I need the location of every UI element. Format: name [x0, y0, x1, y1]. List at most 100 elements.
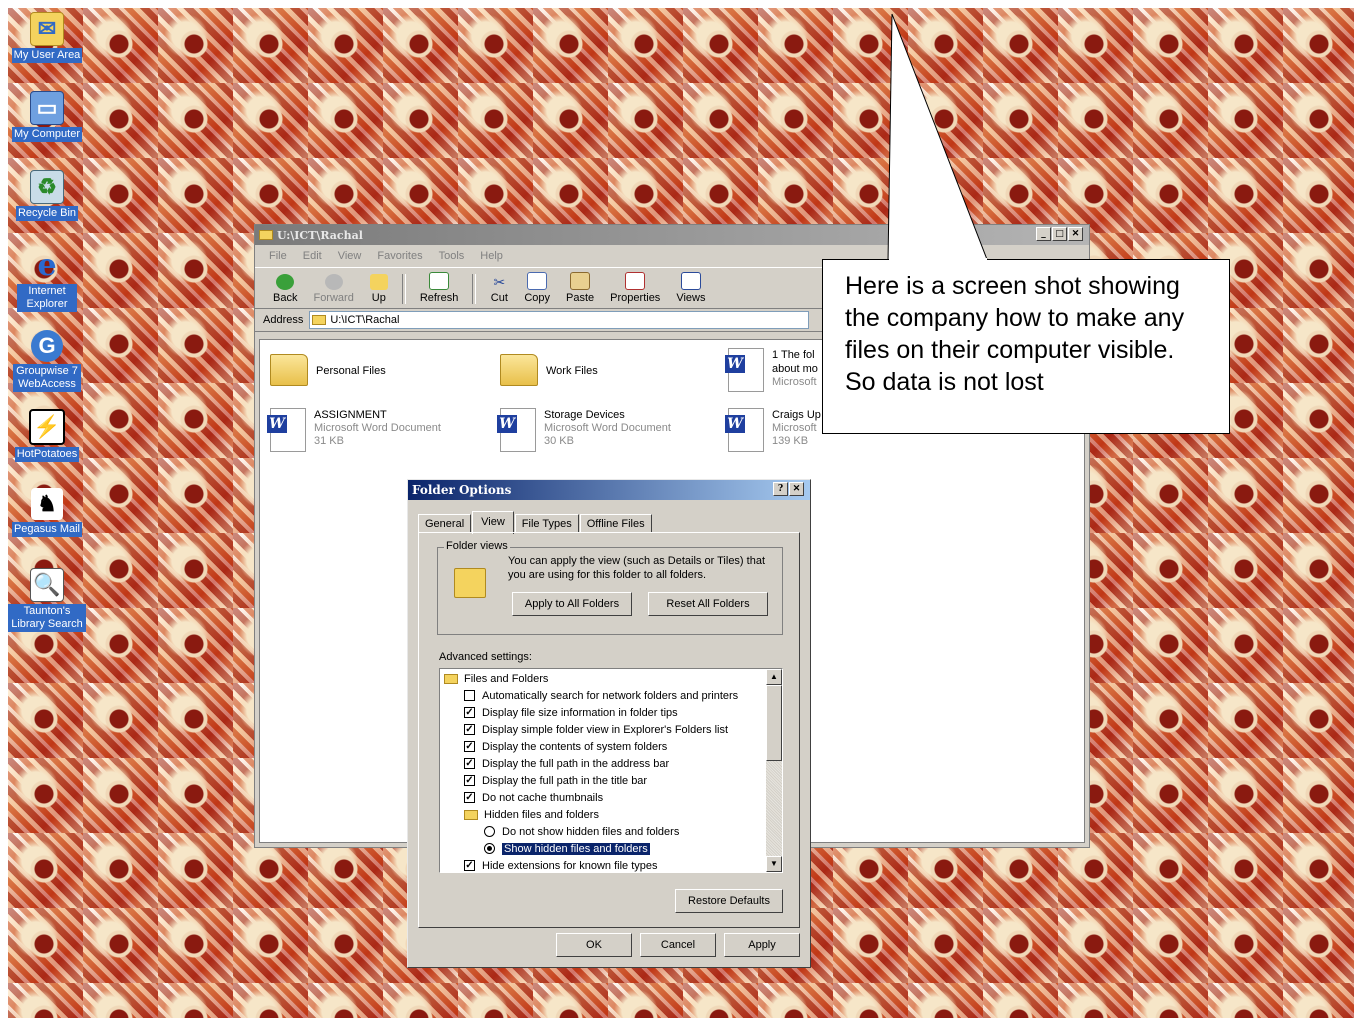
- file-item-personal-files[interactable]: Personal Files: [270, 352, 386, 386]
- paste-button[interactable]: Paste: [558, 272, 602, 308]
- setting-checkbox[interactable]: ✓: [464, 707, 475, 718]
- apply-to-all-folders-button[interactable]: Apply to All Folders: [512, 592, 632, 616]
- advanced-settings-list[interactable]: Files and Folders Automatically search fo…: [439, 668, 783, 873]
- forward-arrow-icon: [324, 274, 343, 290]
- folder-views-description: You can apply the view (such as Details …: [508, 555, 766, 581]
- setting-row[interactable]: ✓ Hide extensions for known file types: [444, 857, 764, 872]
- desktop-icon-label: Groupwise 7 WebAccess: [13, 364, 81, 392]
- folder-icon: [444, 673, 458, 684]
- setting-checkbox[interactable]: [464, 690, 475, 701]
- settings-scrollbar[interactable]: ▲ ▼: [766, 669, 782, 872]
- setting-row[interactable]: ✓ Display simple folder view in Explorer'…: [444, 721, 764, 738]
- ok-button[interactable]: OK: [556, 933, 632, 957]
- setting-row[interactable]: Hidden files and folders: [444, 806, 764, 823]
- setting-label: Hidden files and folders: [484, 808, 599, 821]
- close-button[interactable]: ✕: [1068, 227, 1083, 241]
- scissors-icon: ✂: [493, 274, 506, 290]
- address-field[interactable]: U:\ICT\Rachal: [309, 311, 810, 329]
- setting-checkbox[interactable]: ✓: [464, 724, 475, 735]
- tab-offline-files[interactable]: Offline Files: [579, 514, 652, 533]
- restore-defaults-button[interactable]: Restore Defaults: [675, 889, 783, 913]
- cut-button[interactable]: ✂ Cut: [482, 274, 516, 308]
- pegasus-icon: ♞: [31, 488, 63, 520]
- back-arrow-icon: [276, 274, 295, 290]
- help-button[interactable]: ?: [773, 482, 788, 496]
- file-item-work-files[interactable]: Work Files: [500, 352, 598, 386]
- explorer-titlebar[interactable]: U:\ICT\Rachal _ □ ✕: [255, 225, 1089, 245]
- word-document-icon: W: [267, 408, 306, 452]
- setting-checkbox[interactable]: ✓: [464, 758, 475, 769]
- annotation-callout: Here is a screen shot showing the compan…: [822, 259, 1230, 434]
- desktop-icon-library-search[interactable]: 🔍 Taunton's Library Search: [8, 568, 86, 632]
- desktop-icon-label: My User Area: [11, 48, 83, 63]
- hotpotatoes-icon: ⚡: [29, 409, 65, 445]
- menu-file[interactable]: File: [261, 250, 295, 262]
- scroll-down-button[interactable]: ▼: [766, 856, 782, 872]
- back-button[interactable]: Back: [265, 274, 305, 308]
- tab-view[interactable]: View: [472, 511, 514, 534]
- setting-checkbox[interactable]: ✓: [464, 775, 475, 786]
- minimize-button[interactable]: _: [1036, 227, 1051, 241]
- desktop-icon-groupwise[interactable]: G Groupwise 7 WebAccess: [8, 330, 86, 392]
- apply-button[interactable]: Apply: [724, 933, 800, 957]
- desktop-icon-my-user-area[interactable]: ✉ My User Area: [8, 12, 86, 63]
- scroll-up-button[interactable]: ▲: [766, 669, 782, 685]
- properties-button[interactable]: Properties: [602, 272, 668, 308]
- clipboard-icon: [570, 272, 591, 290]
- setting-row[interactable]: ✓ Display the contents of system folders: [444, 738, 764, 755]
- recycle-bin-icon: ♻: [30, 170, 64, 204]
- dialog-close-button[interactable]: ✕: [789, 482, 804, 496]
- copy-button[interactable]: Copy: [516, 272, 558, 308]
- forward-label: Forward: [313, 292, 354, 304]
- setting-checkbox[interactable]: ✓: [464, 860, 475, 871]
- setting-row[interactable]: Do not show hidden files and folders: [444, 823, 764, 840]
- desktop-icon-recycle-bin[interactable]: ♻ Recycle Bin: [8, 170, 86, 221]
- file-item-storage-devices[interactable]: W Storage Devices Microsoft Word Documen…: [497, 408, 671, 452]
- menu-favorites[interactable]: Favorites: [369, 250, 430, 262]
- setting-label: Automatically search for network folders…: [482, 689, 739, 702]
- setting-radio[interactable]: [484, 826, 495, 837]
- setting-row[interactable]: ✓ Display the full path in the address ba…: [444, 755, 764, 772]
- refresh-button[interactable]: Refresh: [412, 272, 467, 308]
- setting-row[interactable]: Automatically search for network folders…: [444, 687, 764, 704]
- dialog-titlebar[interactable]: Folder Options ? ✕: [408, 480, 810, 500]
- up-label: Up: [371, 292, 386, 304]
- forward-button[interactable]: Forward: [305, 274, 361, 308]
- menu-tools[interactable]: Tools: [431, 250, 473, 262]
- setting-row[interactable]: ✓ Display the full path in the title bar: [444, 772, 764, 789]
- tab-general[interactable]: General: [418, 514, 472, 533]
- tab-file-types[interactable]: File Types: [514, 514, 579, 533]
- setting-row[interactable]: ✓ Display file size information in folder…: [444, 704, 764, 721]
- scroll-thumb[interactable]: [766, 685, 782, 761]
- file-item-craigs[interactable]: W Craigs Up Microsoft 139 KB: [725, 408, 821, 452]
- desktop-icon-my-computer[interactable]: ▭ My Computer: [8, 91, 86, 142]
- setting-label: Display simple folder view in Explorer's…: [482, 723, 729, 736]
- setting-label: Do not show hidden files and folders: [502, 825, 680, 838]
- menu-edit[interactable]: Edit: [295, 250, 330, 262]
- menu-help[interactable]: Help: [472, 250, 511, 262]
- setting-checkbox[interactable]: ✓: [464, 741, 475, 752]
- maximize-button[interactable]: □: [1052, 227, 1067, 241]
- desktop-icon-internet-explorer[interactable]: e Internet Explorer: [8, 250, 86, 312]
- file-item-assignment[interactable]: W ASSIGNMENT Microsoft Word Document 31 …: [267, 408, 441, 452]
- cancel-button[interactable]: Cancel: [640, 933, 716, 957]
- folder-icon: [464, 809, 478, 820]
- setting-radio[interactable]: [484, 843, 495, 854]
- setting-label: Display the contents of system folders: [482, 740, 668, 753]
- setting-row[interactable]: Files and Folders: [444, 670, 764, 687]
- folder-icon: [270, 354, 308, 386]
- up-button[interactable]: Up: [362, 274, 396, 308]
- setting-checkbox[interactable]: ✓: [464, 792, 475, 803]
- address-value: U:\ICT\Rachal: [330, 314, 400, 326]
- dialog-title: Folder Options: [412, 483, 512, 497]
- toolbar-separator: [472, 274, 477, 304]
- setting-row[interactable]: ✓ Do not cache thumbnails: [444, 789, 764, 806]
- desktop-icon-pegasus-mail[interactable]: ♞ Pegasus Mail: [8, 488, 86, 537]
- menu-view[interactable]: View: [330, 250, 370, 262]
- setting-row[interactable]: Show hidden files and folders: [444, 840, 764, 857]
- copy-label: Copy: [524, 292, 551, 304]
- views-button[interactable]: Views: [668, 272, 713, 308]
- reset-all-folders-button[interactable]: Reset All Folders: [648, 592, 768, 616]
- desktop-icon-hotpotatoes[interactable]: ⚡ HotPotatoes: [8, 409, 86, 462]
- file-item-doc-1[interactable]: W 1 The fol about mo Microsoft: [725, 348, 818, 392]
